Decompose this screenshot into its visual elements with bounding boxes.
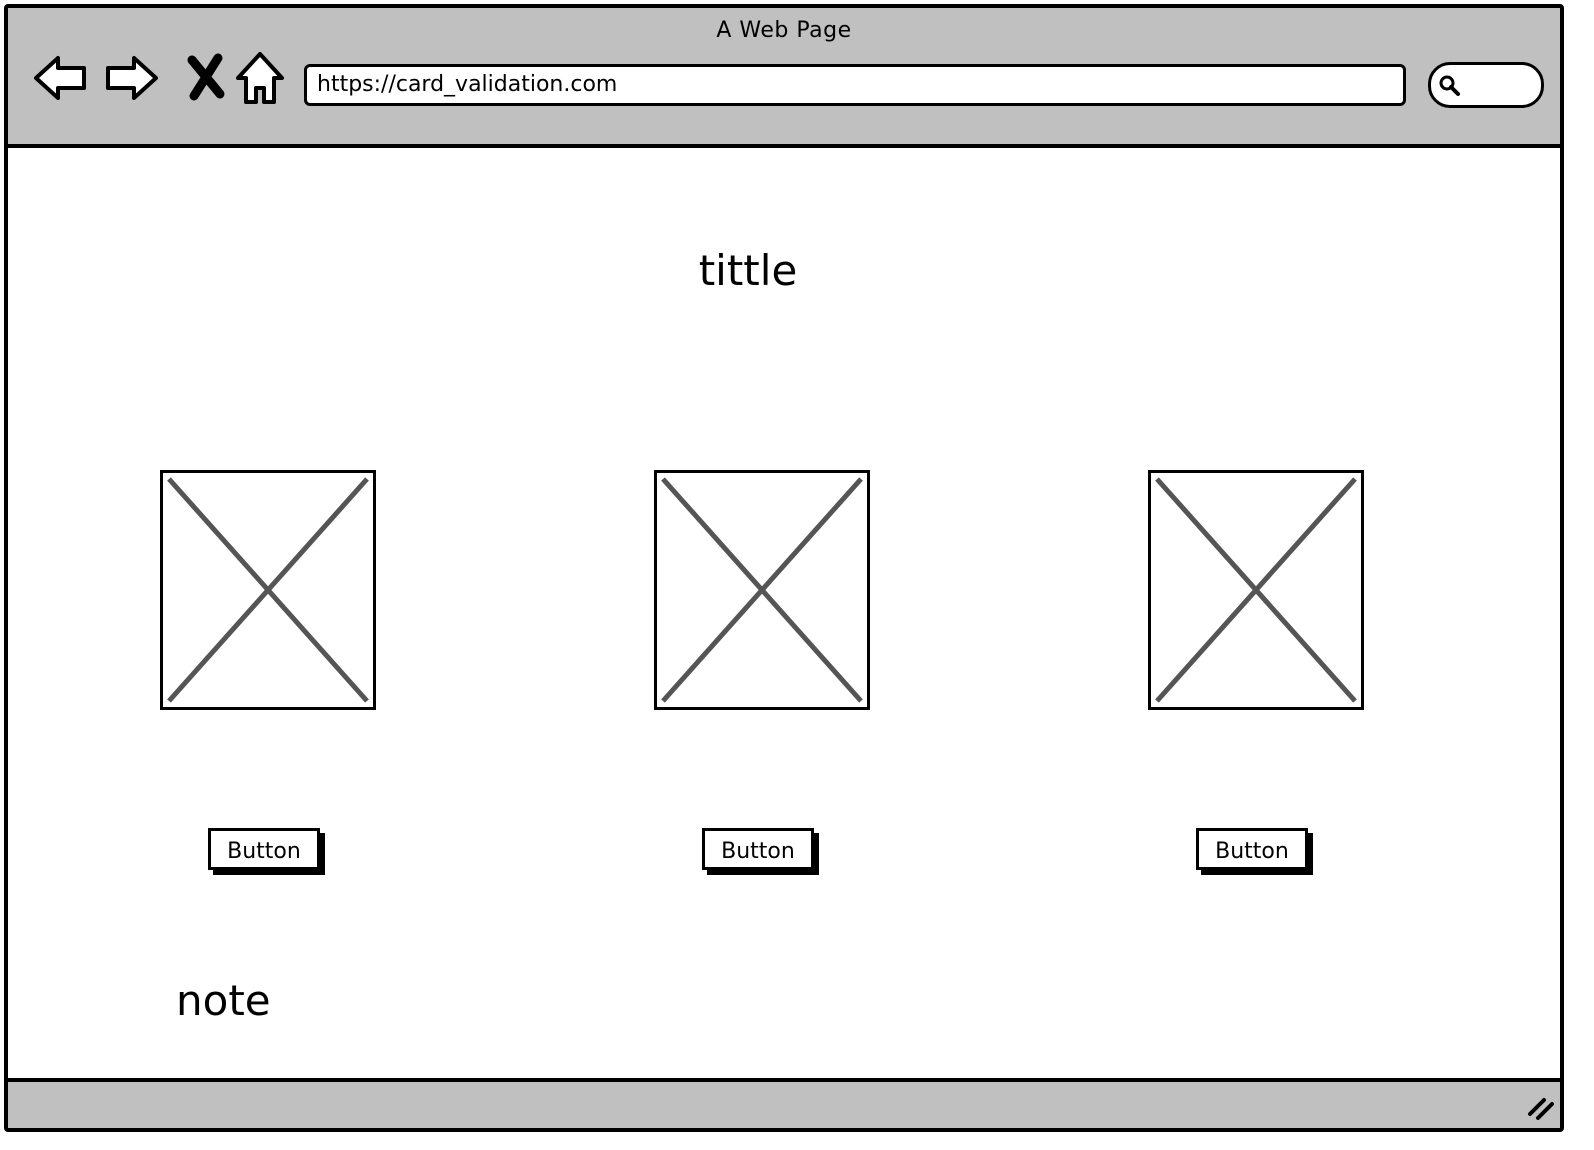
page-title: tittle xyxy=(698,246,798,295)
card-button-2[interactable]: Button xyxy=(702,828,814,870)
forward-button[interactable] xyxy=(104,50,160,106)
back-arrow-icon xyxy=(34,56,86,100)
home-button[interactable] xyxy=(232,50,288,106)
image-placeholder-icon xyxy=(167,477,369,703)
page-content: tittle Button Button Button note xyxy=(8,148,1560,1076)
close-x-icon xyxy=(187,53,225,101)
image-placeholder-icon xyxy=(1155,477,1357,703)
resize-grip-icon xyxy=(1528,1098,1554,1120)
card-image-1 xyxy=(160,470,376,710)
back-button[interactable] xyxy=(32,50,88,106)
note-text: note xyxy=(176,976,271,1025)
card-button-3[interactable]: Button xyxy=(1196,828,1308,870)
image-placeholder-icon xyxy=(661,477,863,703)
status-bar xyxy=(8,1078,1560,1128)
resize-handle[interactable] xyxy=(1524,1090,1556,1122)
browser-window: A Web Page https://card_validation.com t… xyxy=(4,4,1564,1132)
card-image-3 xyxy=(1148,470,1364,710)
window-title: A Web Page xyxy=(716,18,852,43)
address-bar[interactable] xyxy=(304,64,1406,106)
card-button-1[interactable]: Button xyxy=(208,828,320,870)
stop-button[interactable] xyxy=(178,50,234,106)
search-box[interactable] xyxy=(1428,62,1544,108)
home-icon xyxy=(236,52,284,104)
browser-titlebar: A Web Page xyxy=(8,8,1560,148)
search-icon xyxy=(1437,73,1461,97)
card-image-2 xyxy=(654,470,870,710)
forward-arrow-icon xyxy=(106,56,158,100)
